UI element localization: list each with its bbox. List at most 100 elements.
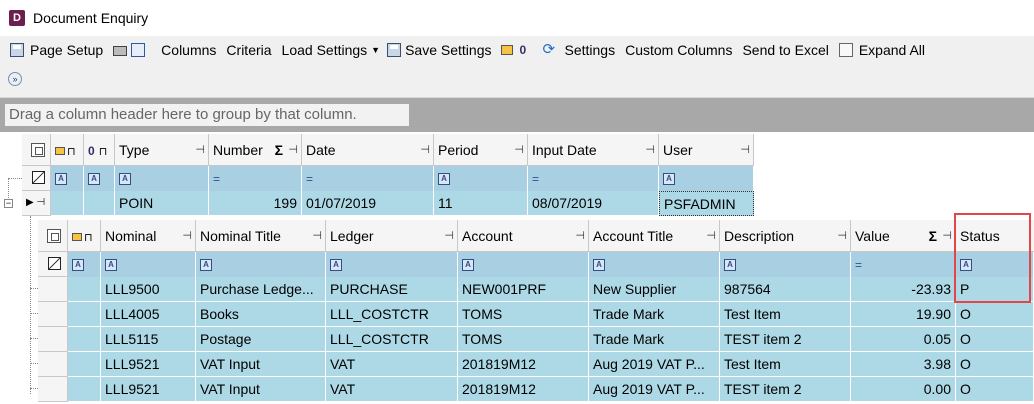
detail-cell-nominal-title[interactable]: Books — [196, 302, 326, 327]
detail-cell-description[interactable]: Test Item — [720, 302, 851, 327]
detail-row-selector[interactable] — [38, 277, 68, 302]
master-header-date[interactable]: Date ⊣ — [302, 134, 434, 166]
detail-header-nominal-title[interactable]: Nominal Title ⊣ — [196, 220, 326, 252]
detail-cell-value[interactable]: 19.90 — [851, 302, 956, 327]
detail-cell-description[interactable]: 987564 — [720, 277, 851, 302]
detail-filter-nominal[interactable]: A — [101, 252, 196, 277]
group-by-panel[interactable]: Drag a column header here to group by th… — [0, 98, 1034, 132]
detail-header-ledger[interactable]: Ledger ⊣ — [326, 220, 458, 252]
detail-cell-ledger[interactable]: VAT — [326, 352, 458, 377]
master-cell-date[interactable]: 01/07/2019 — [302, 191, 434, 216]
detail-cell-value[interactable]: 3.98 — [851, 352, 956, 377]
detail-cell-account[interactable]: TOMS — [458, 302, 589, 327]
detail-cell-ledger[interactable]: LLL_COSTCTR — [326, 327, 458, 352]
pin-icon[interactable]: ⊣ — [575, 220, 585, 251]
detail-row-selector[interactable] — [38, 352, 68, 377]
print-preview-button[interactable] — [131, 38, 156, 62]
detail-cell-nominal[interactable]: LLL5115 — [101, 327, 196, 352]
collapse-row-button[interactable]: − — [4, 199, 13, 208]
detail-cell-value[interactable]: 0.05 — [851, 327, 956, 352]
master-cell-period[interactable]: 11 — [434, 191, 528, 216]
master-cell-zero[interactable] — [84, 191, 115, 216]
master-filter-input-date[interactable]: = — [528, 166, 659, 191]
detail-cell-status[interactable]: O — [956, 327, 1034, 352]
detail-cell-account[interactable]: NEW001PRF — [458, 277, 589, 302]
detail-cell-status[interactable]: O — [956, 302, 1034, 327]
detail-cell-account-title[interactable]: Trade Mark — [589, 327, 720, 352]
pin-icon[interactable]: ⊣ — [288, 134, 298, 165]
pin-icon[interactable]: ⊣ — [837, 220, 847, 251]
double-chevron-down-icon[interactable]: » — [8, 72, 22, 86]
detail-cell-card[interactable] — [68, 302, 101, 327]
detail-header-card[interactable]: ⊓ — [68, 220, 101, 252]
detail-cell-status[interactable]: O — [956, 352, 1034, 377]
detail-cell-nominal-title[interactable]: VAT Input — [196, 377, 326, 402]
detail-cell-description[interactable]: Test Item — [720, 352, 851, 377]
detail-cell-account[interactable]: 201819M12 — [458, 352, 589, 377]
master-header-zero[interactable]: 0 ⊓ — [84, 134, 115, 166]
master-header-type[interactable]: Type ⊣ — [115, 134, 209, 166]
master-column-chooser[interactable] — [22, 134, 51, 166]
pin-icon[interactable]: ⊣ — [740, 134, 750, 165]
detail-cell-value[interactable]: 0.00 — [851, 377, 956, 402]
detail-filter-card[interactable]: A — [68, 252, 101, 277]
detail-cell-description[interactable]: TEST item 2 — [720, 327, 851, 352]
master-cell-type[interactable]: POIN — [115, 191, 209, 216]
master-header-user[interactable]: User ⊣ — [659, 134, 754, 166]
detail-filter-status[interactable]: A — [956, 252, 1034, 277]
save-settings-button[interactable]: Save Settings — [385, 38, 496, 62]
detail-cell-ledger[interactable]: PURCHASE — [326, 277, 458, 302]
master-cell-number[interactable]: 199 — [209, 191, 302, 216]
detail-cell-ledger[interactable]: VAT — [326, 377, 458, 402]
detail-cell-account-title[interactable]: New Supplier — [589, 277, 720, 302]
detail-header-description[interactable]: Description ⊣ — [720, 220, 851, 252]
detail-filter-description[interactable]: A — [720, 252, 851, 277]
master-header-period[interactable]: Period ⊣ — [434, 134, 528, 166]
master-header-input-date[interactable]: Input Date ⊣ — [528, 134, 659, 166]
detail-cell-card[interactable] — [68, 327, 101, 352]
sigma-icon[interactable]: Σ — [929, 220, 937, 251]
detail-cell-description[interactable]: TEST item 2 — [720, 377, 851, 402]
detail-cell-card[interactable] — [68, 377, 101, 402]
master-header-card[interactable]: ⊓ — [51, 134, 84, 166]
master-row-indicator[interactable]: ▶ ⊣ — [22, 191, 51, 216]
detail-filter-account[interactable]: A — [458, 252, 589, 277]
detail-cell-nominal[interactable]: LLL9521 — [101, 377, 196, 402]
detail-cell-account[interactable]: 201819M12 — [458, 377, 589, 402]
pin-icon[interactable]: ⊣ — [312, 220, 322, 251]
pin-icon[interactable]: ⊣ — [444, 220, 454, 251]
detail-filter-account-title[interactable]: A — [589, 252, 720, 277]
pin-icon[interactable]: ⊣ — [195, 134, 205, 165]
detail-cell-account[interactable]: TOMS — [458, 327, 589, 352]
detail-cell-nominal-title[interactable]: Purchase Ledge... — [196, 277, 326, 302]
detail-filter-nominal-title[interactable]: A — [196, 252, 326, 277]
master-filter-card[interactable]: A — [51, 166, 84, 191]
pin-icon[interactable]: ⊣ — [706, 220, 716, 251]
detail-cell-nominal[interactable]: LLL4005 — [101, 302, 196, 327]
expand-all-button[interactable]: Expand All — [834, 38, 930, 62]
detail-cell-account-title[interactable]: Aug 2019 VAT P... — [589, 352, 720, 377]
custom-columns-button[interactable]: Custom Columns — [620, 38, 737, 62]
pin-icon[interactable]: ⊣ — [645, 134, 655, 165]
master-header-number[interactable]: Number Σ ⊣ — [209, 134, 302, 166]
columns-button[interactable]: Columns — [156, 38, 221, 62]
page-setup-button[interactable]: Page Setup — [0, 38, 108, 62]
detail-cell-status[interactable]: P — [956, 277, 1034, 302]
detail-cell-card[interactable] — [68, 352, 101, 377]
pin-icon[interactable]: ⊣ — [514, 134, 524, 165]
detail-cell-account-title[interactable]: Trade Mark — [589, 302, 720, 327]
detail-column-chooser[interactable] — [38, 220, 68, 252]
detail-row-selector[interactable] — [38, 302, 68, 327]
pin-icon[interactable]: ⊣ — [942, 220, 952, 251]
pin-icon[interactable]: ⊣ — [182, 220, 192, 251]
detail-cell-status[interactable]: O — [956, 377, 1034, 402]
master-filter-period[interactable]: A — [434, 166, 528, 191]
send-to-excel-button[interactable]: Send to Excel — [737, 38, 833, 62]
criteria-button[interactable]: Criteria — [221, 38, 276, 62]
master-clear-filter[interactable] — [22, 166, 51, 191]
detail-cell-nominal-title[interactable]: VAT Input — [196, 352, 326, 377]
detail-header-account-title[interactable]: Account Title ⊣ — [589, 220, 720, 252]
detail-cell-nominal[interactable]: LLL9500 — [101, 277, 196, 302]
detail-cell-nominal[interactable]: LLL9521 — [101, 352, 196, 377]
settings-button[interactable]: ⟳ Settings — [542, 38, 620, 62]
